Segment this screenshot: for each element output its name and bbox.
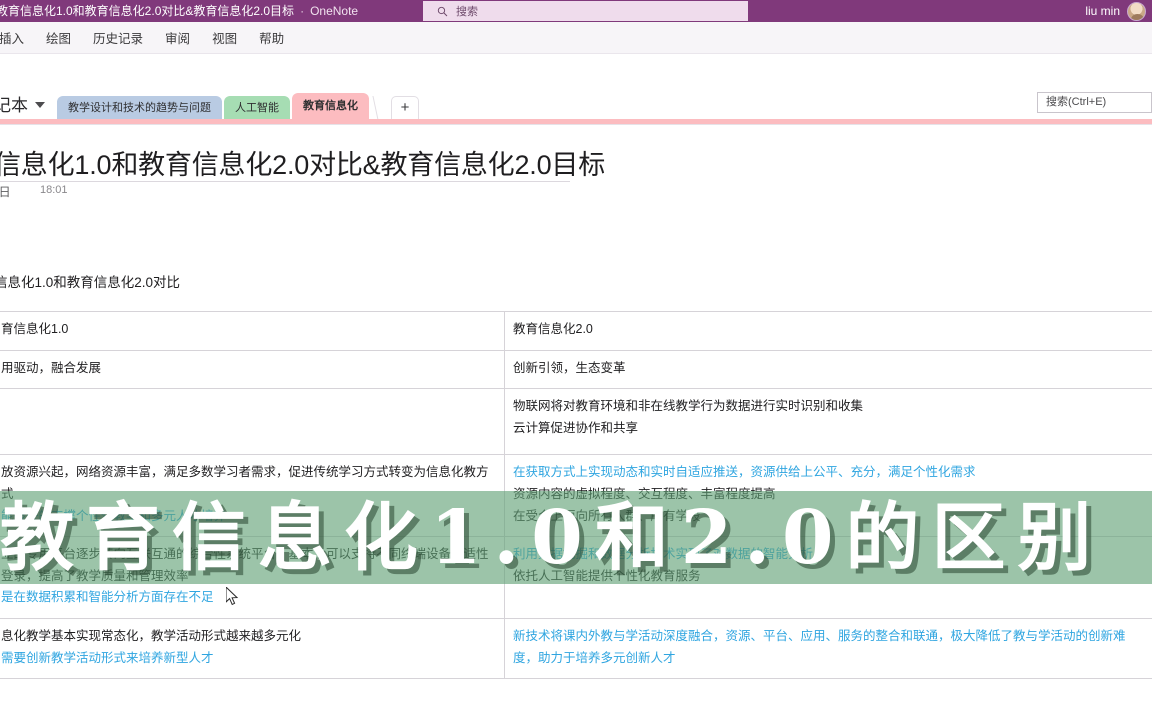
title-separator: · <box>300 4 305 18</box>
table-header-col2: 教育信息化2.0 <box>504 311 1152 351</box>
table-cell-col1[interactable] <box>0 388 505 456</box>
table-cell-col2[interactable]: 物联网将对教育环境和非在线教学行为数据进行实时识别和收集 云计算促进协作和共享 <box>504 388 1152 456</box>
section-tab-edu-informatization[interactable]: 教育信息化 <box>292 93 369 120</box>
table-row[interactable]: 息化教学基本实现常态化，教学活动形式越来越多元化 需要创新教学活动形式来培养新型… <box>0 617 1152 680</box>
ribbon-tab-insert[interactable]: 插入 <box>0 24 35 51</box>
overlay-title: 教育信息化1.0和2.0的区别 <box>0 494 1104 581</box>
table-cell-col2[interactable]: 创新引领，生态变革 <box>504 349 1152 390</box>
video-overlay-banner: 教育信息化1.0和2.0的区别 <box>0 491 1152 584</box>
cell-line-highlight: 需要创新教学活动形式来培养新型人才 <box>1 650 214 665</box>
cell-line: 创新引领，生态变革 <box>513 360 626 375</box>
cell-line-highlight: 是在数据积累和智能分析方面存在不足 <box>1 590 214 605</box>
app-name: OneNote <box>310 4 359 18</box>
table-row[interactable]: 物联网将对教育环境和非在线教学行为数据进行实时识别和收集 云计算促进协作和共享 <box>0 388 1152 456</box>
user-name: liu min <box>1085 4 1120 18</box>
table-header-row: 育信息化1.0 教育信息化2.0 <box>0 311 1152 351</box>
page-date: 0日 <box>0 185 11 199</box>
section-bar: 记本 教学设计和技术的趋势与问题 人工智能 教育信息化 + <box>0 86 1152 120</box>
notebook-selector[interactable]: 记本 <box>0 91 45 120</box>
cell-line-highlight: 在获取方式上实现动态和实时自适应推送，资源供给上公平、充分，满足个性化需求 <box>513 465 976 480</box>
section-tab-ai[interactable]: 人工智能 <box>224 96 290 120</box>
ribbon-tab-history[interactable]: 历史记录 <box>82 24 154 51</box>
ribbon-tab-review[interactable]: 审阅 <box>154 24 201 51</box>
notebook-name: 记本 <box>0 96 28 115</box>
window-title: 教育信息化1.0和教育信息化2.0对比&教育信息化2.0目标 <box>0 4 295 18</box>
account-area[interactable]: liu min <box>1085 0 1146 22</box>
page-search-input[interactable]: 搜索(Ctrl+E) <box>1037 92 1152 113</box>
ribbon-tab-draw[interactable]: 绘图 <box>35 24 82 51</box>
cell-line: 用驱动，融合发展 <box>1 360 102 375</box>
chevron-down-icon[interactable] <box>35 102 45 108</box>
ribbon-tab-view[interactable]: 视图 <box>201 24 248 51</box>
cell-line: 云计算促进协作和共享 <box>513 420 639 435</box>
title-underline <box>0 181 570 182</box>
add-section-button[interactable]: + <box>391 96 419 120</box>
ribbon-tab-help[interactable]: 帮助 <box>248 24 295 51</box>
search-icon <box>437 6 448 16</box>
search-input[interactable]: 搜索 <box>423 1 748 21</box>
body-heading[interactable]: 信息化1.0和教育信息化2.0对比 <box>0 271 180 291</box>
page-title[interactable]: 信息化1.0和教育信息化2.0对比&教育信息化2.0目标 <box>0 143 605 182</box>
cell-line-highlight: 新技术将课内外教与学活动深度融合，资源、平台、应用、服务的整合和联通，极大降低了… <box>513 629 1126 665</box>
section-tab-tail <box>372 96 388 120</box>
table-row[interactable]: 用驱动，融合发展 创新引领，生态变革 <box>0 349 1152 390</box>
table-cell-col2[interactable]: 新技术将课内外教与学活动深度融合，资源、平台、应用、服务的整合和联通，极大降低了… <box>504 617 1152 680</box>
search-placeholder: 搜索 <box>456 6 478 18</box>
title-bar: 教育信息化1.0和教育信息化2.0对比&教育信息化2.0目标 · OneNote… <box>0 0 1152 22</box>
mouse-cursor <box>226 587 239 606</box>
avatar[interactable] <box>1127 1 1146 21</box>
table-header-col1: 育信息化1.0 <box>0 311 505 351</box>
page-canvas[interactable]: 信息化1.0和教育信息化2.0对比&教育信息化2.0目标 0日 18:01 信息… <box>0 125 1152 720</box>
onenote-window: 教育信息化1.0和教育信息化2.0对比&教育信息化2.0目标 · OneNote… <box>0 0 1152 720</box>
section-tab-trends[interactable]: 教学设计和技术的趋势与问题 <box>57 96 222 120</box>
table-cell-col1[interactable]: 息化教学基本实现常态化，教学活动形式越来越多元化 需要创新教学活动形式来培养新型… <box>0 617 505 680</box>
page-time: 18:01 <box>40 184 68 196</box>
cell-line: 息化教学基本实现常态化，教学活动形式越来越多元化 <box>1 629 302 643</box>
table-cell-col1[interactable]: 用驱动，融合发展 <box>0 349 505 390</box>
section-tab-list: 教学设计和技术的趋势与问题 人工智能 教育信息化 + <box>57 93 419 120</box>
cell-line: 物联网将对教育环境和非在线教学行为数据进行实时识别和收集 <box>513 399 864 414</box>
ribbon-tabs: 插入 绘图 历史记录 审阅 视图 帮助 <box>0 22 1152 54</box>
